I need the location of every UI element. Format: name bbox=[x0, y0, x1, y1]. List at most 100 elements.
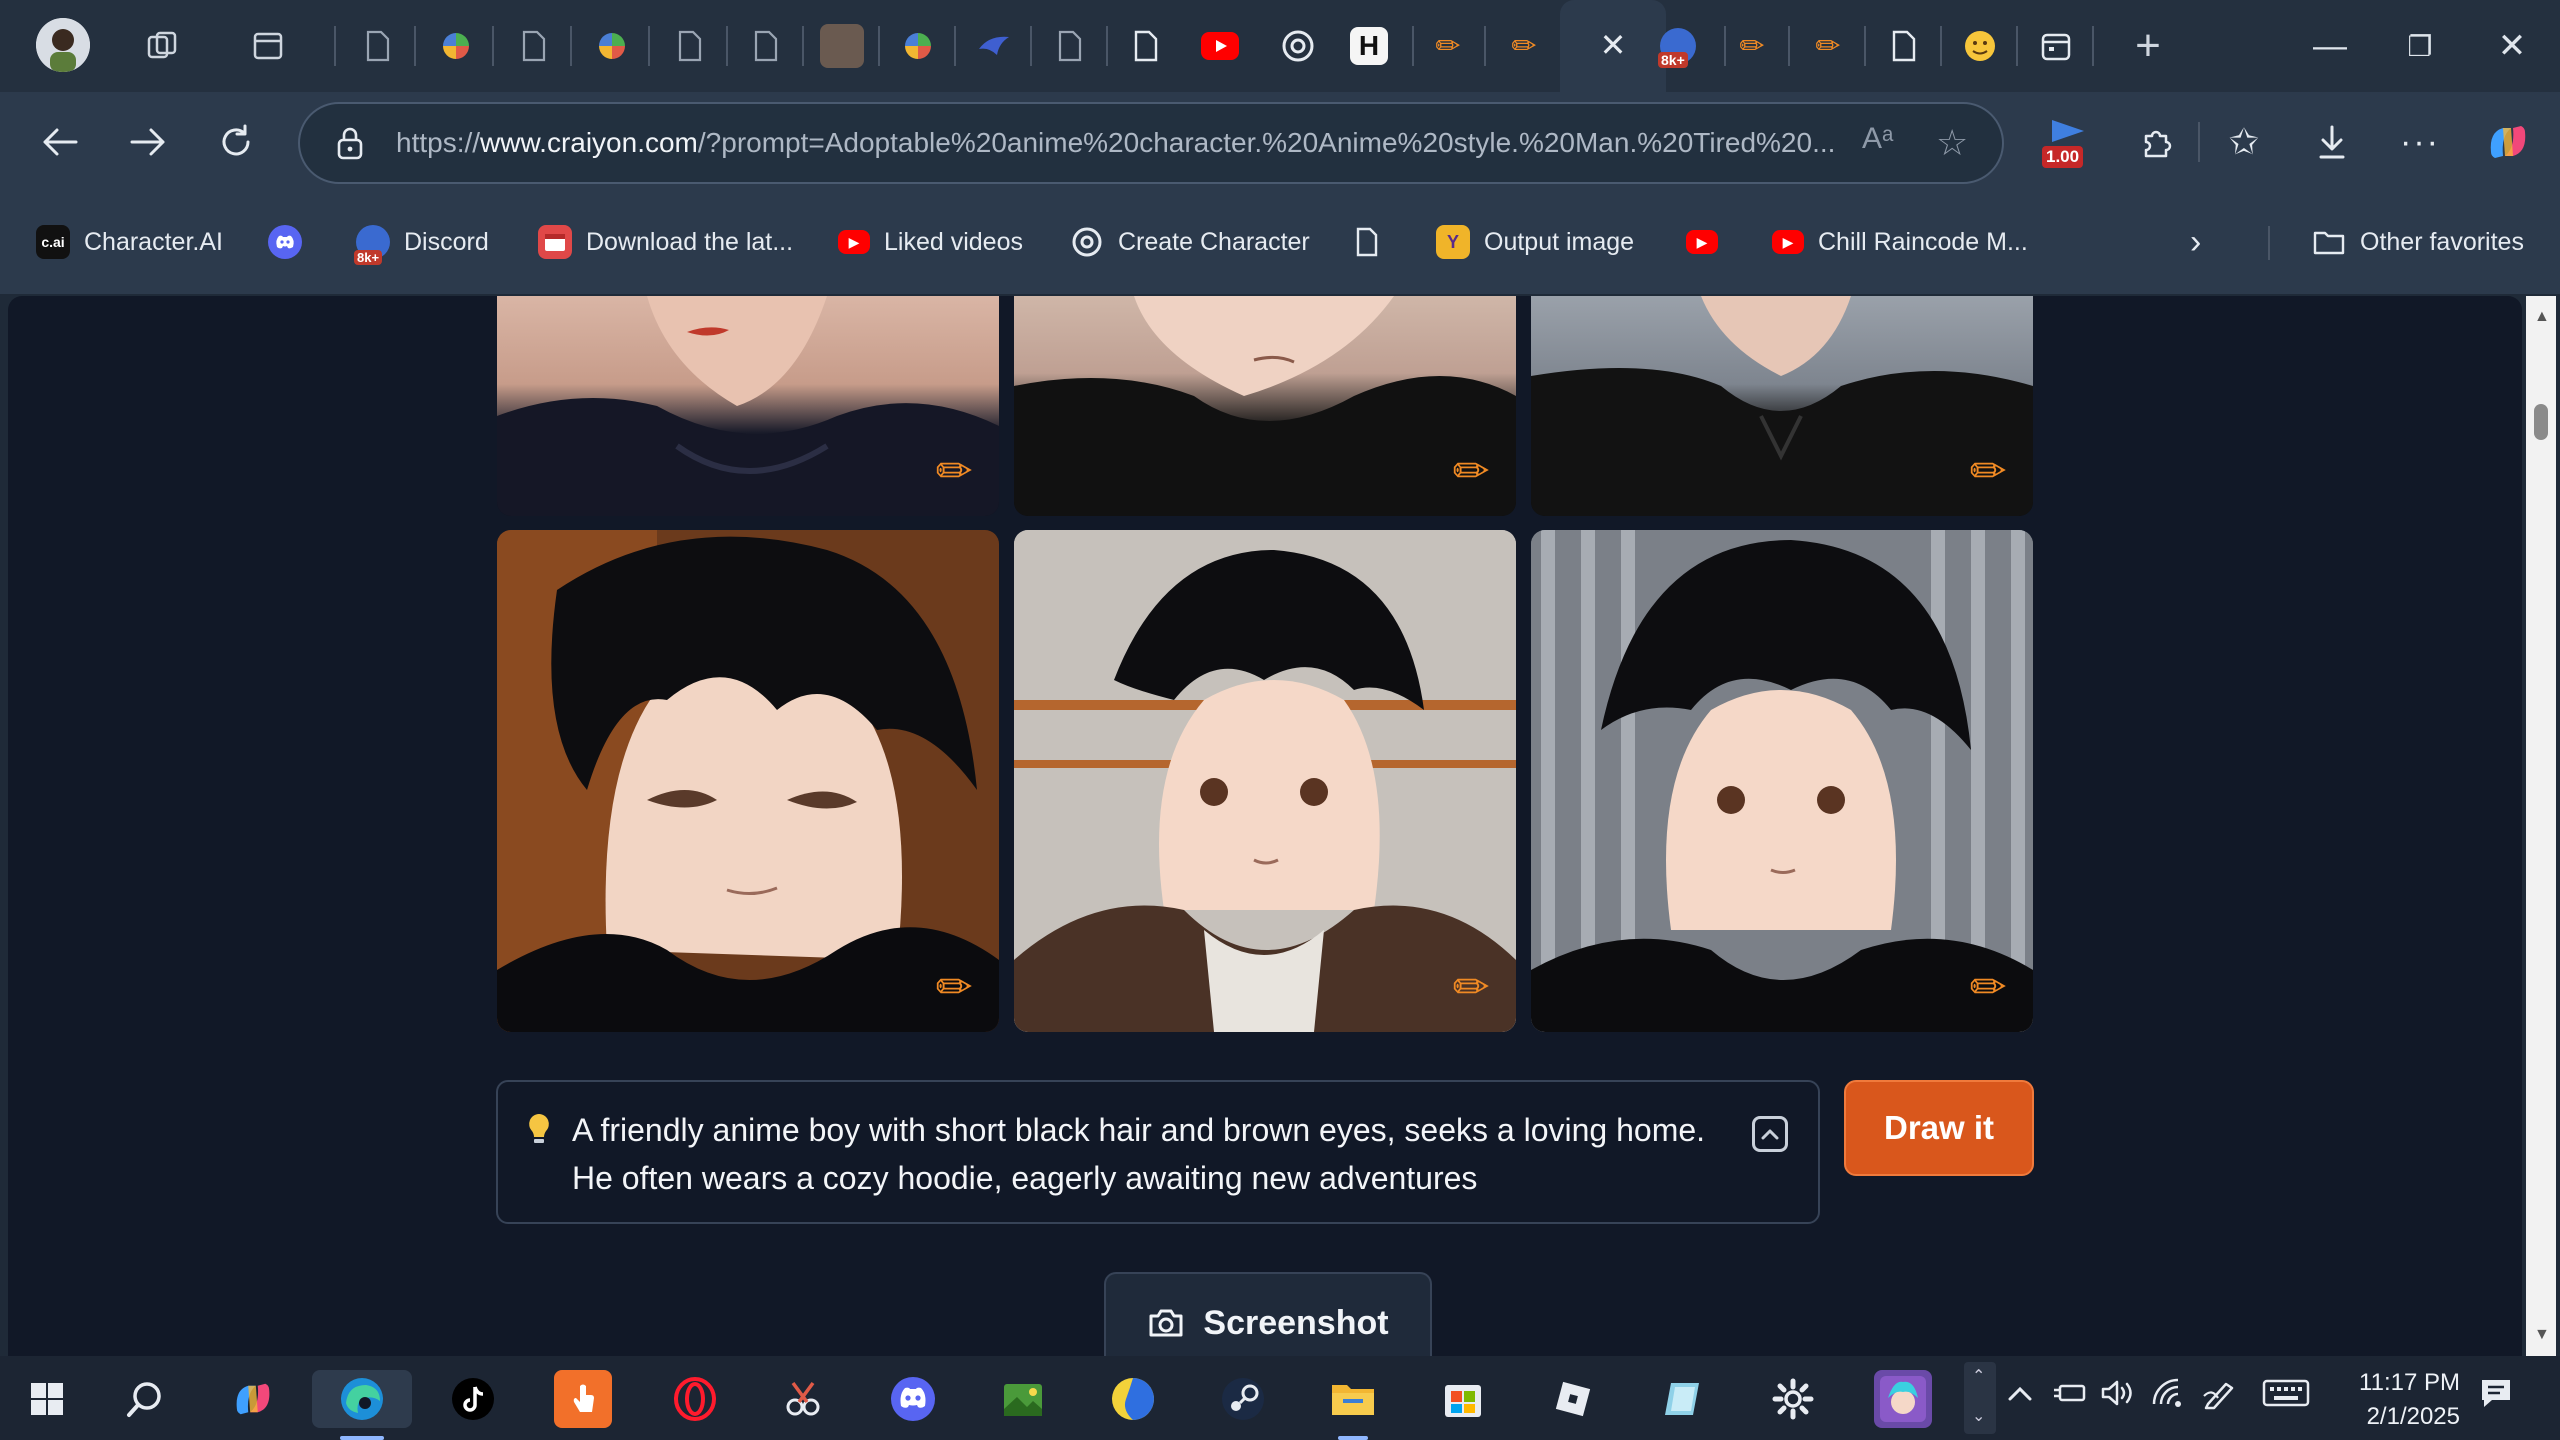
page-icon[interactable] bbox=[356, 24, 400, 68]
scroll-down-icon[interactable]: ▼ bbox=[2534, 1326, 2550, 1344]
opera-icon[interactable] bbox=[666, 1370, 724, 1428]
notifications-icon[interactable] bbox=[2478, 1376, 2514, 1417]
close-window-button[interactable]: ✕ bbox=[2482, 20, 2542, 72]
image-thumb-icon[interactable] bbox=[820, 24, 864, 68]
scroll-up-icon[interactable]: ▲ bbox=[2534, 308, 2550, 326]
favorite-youtube[interactable]: ▶ bbox=[1686, 220, 1718, 264]
minimize-button[interactable]: — bbox=[2300, 20, 2360, 72]
microsoft-store-icon[interactable] bbox=[1434, 1370, 1492, 1428]
page-scrollbar[interactable]: ▲ ▼ bbox=[2526, 296, 2556, 1356]
screenshot-button[interactable]: Screenshot bbox=[1104, 1272, 1432, 1356]
new-tab-button[interactable]: + bbox=[2126, 21, 2170, 70]
page-icon[interactable] bbox=[668, 24, 712, 68]
battery-plug-icon[interactable] bbox=[2052, 1378, 2088, 1415]
pencil-icon[interactable]: ✏ bbox=[1730, 24, 1774, 68]
pencil-icon[interactable]: ✏ bbox=[1806, 24, 1850, 68]
favorite-download[interactable]: Download the lat... bbox=[538, 220, 793, 264]
read-aloud-icon[interactable]: Aᵃ bbox=[1862, 122, 1893, 156]
favorite-discord-icon-only[interactable] bbox=[268, 220, 302, 264]
forward-button[interactable] bbox=[120, 114, 176, 170]
page-icon[interactable] bbox=[512, 24, 556, 68]
refresh-button[interactable] bbox=[208, 114, 264, 170]
back-button[interactable] bbox=[32, 114, 88, 170]
page-icon[interactable] bbox=[1124, 24, 1168, 68]
profile-avatar-icon[interactable] bbox=[36, 18, 90, 72]
page-icon[interactable] bbox=[1048, 24, 1092, 68]
edit-pencil-icon[interactable]: ✏ bbox=[927, 444, 981, 498]
pinwheel-icon[interactable] bbox=[896, 24, 940, 68]
generated-image[interactable]: ✏ bbox=[1014, 296, 1516, 516]
openai-icon[interactable] bbox=[1276, 24, 1320, 68]
anime-app-icon[interactable] bbox=[1874, 1370, 1932, 1428]
active-tab[interactable]: ✕ bbox=[1560, 0, 1666, 92]
discord-icon[interactable] bbox=[884, 1370, 942, 1428]
generated-image[interactable]: ✏ bbox=[1014, 530, 1516, 1032]
scroll-down-icon[interactable]: ⌄ bbox=[1972, 1406, 1985, 1426]
h-logo-icon[interactable]: H bbox=[1350, 27, 1388, 65]
search-icon[interactable] bbox=[116, 1370, 174, 1428]
favorites-overflow-chevron-icon[interactable]: › bbox=[2190, 220, 2201, 264]
favorite-liked-videos[interactable]: ▶ Liked videos bbox=[838, 220, 1023, 264]
favorite-chill-raincode[interactable]: ▶ Chill Raincode M... bbox=[1772, 220, 2028, 264]
photo-editor-icon[interactable] bbox=[994, 1370, 1052, 1428]
roblox-icon[interactable] bbox=[1544, 1370, 1602, 1428]
edit-pencil-icon[interactable]: ✏ bbox=[1961, 960, 2015, 1014]
collapse-chevron-icon[interactable] bbox=[1752, 1116, 1788, 1152]
paper-app-icon[interactable] bbox=[1654, 1370, 1712, 1428]
globe-app-icon[interactable] bbox=[1104, 1370, 1162, 1428]
downloads-icon[interactable] bbox=[2304, 114, 2360, 170]
edit-pencil-icon[interactable]: ✏ bbox=[1961, 444, 2015, 498]
wifi-icon[interactable] bbox=[2152, 1378, 2186, 1415]
page-icon[interactable] bbox=[1882, 24, 1926, 68]
favorite-page[interactable] bbox=[1350, 220, 1384, 264]
pencil-icon[interactable]: ✏ bbox=[1502, 24, 1546, 68]
settings-gear-icon[interactable] bbox=[1764, 1370, 1822, 1428]
favorite-create-character[interactable]: Create Character bbox=[1070, 220, 1310, 264]
pen-icon[interactable] bbox=[2202, 1378, 2238, 1417]
url-text[interactable]: https://www.craiyon.com/?prompt=Adoptabl… bbox=[396, 104, 1846, 182]
pinwheel-icon[interactable] bbox=[590, 24, 634, 68]
tab-close-icon[interactable]: ✕ bbox=[1590, 22, 1636, 68]
favorite-other-favorites[interactable]: Other favorites bbox=[2312, 220, 2524, 264]
favorite-output-image[interactable]: Y Output image bbox=[1436, 220, 1634, 264]
page-icon[interactable] bbox=[744, 24, 788, 68]
tab-actions-icon[interactable] bbox=[246, 24, 290, 68]
snipping-tool-icon[interactable] bbox=[774, 1370, 832, 1428]
generated-image[interactable]: ✏ bbox=[1531, 530, 2033, 1032]
steam-icon[interactable] bbox=[1214, 1370, 1272, 1428]
prompt-text[interactable]: A friendly anime boy with short black ha… bbox=[572, 1106, 1732, 1202]
tray-overflow-scroll[interactable]: ⌃ ⌄ bbox=[1964, 1362, 1996, 1434]
extension-badge-icon[interactable]: 1.00 bbox=[2040, 116, 2094, 172]
file-explorer-icon[interactable] bbox=[1324, 1370, 1382, 1428]
volume-icon[interactable] bbox=[2100, 1378, 2136, 1415]
lock-icon[interactable] bbox=[336, 126, 364, 165]
bird-icon[interactable] bbox=[972, 24, 1016, 68]
copilot-icon[interactable] bbox=[224, 1370, 282, 1428]
edge-browser-icon[interactable] bbox=[312, 1370, 412, 1428]
favorite-discord[interactable]: 8k+ Discord bbox=[354, 220, 489, 265]
favorite-star-icon[interactable]: ☆ bbox=[1936, 122, 1968, 164]
edit-pencil-icon[interactable]: ✏ bbox=[1444, 960, 1498, 1014]
favorites-icon[interactable]: ✩ bbox=[2216, 114, 2272, 170]
keyboard-icon[interactable] bbox=[2262, 1378, 2310, 1415]
edit-pencil-icon[interactable]: ✏ bbox=[1444, 444, 1498, 498]
generated-image[interactable]: ✏ bbox=[497, 530, 999, 1032]
workspaces-icon[interactable] bbox=[140, 24, 184, 68]
pencil-icon[interactable]: ✏ bbox=[1426, 24, 1470, 68]
show-hidden-icons-chevron-icon[interactable] bbox=[2006, 1378, 2034, 1410]
tiktok-icon[interactable] bbox=[444, 1370, 502, 1428]
youtube-icon[interactable] bbox=[1198, 24, 1242, 68]
favorite-character-ai[interactable]: c.ai Character.AI bbox=[36, 220, 223, 264]
restore-button[interactable]: ❐ bbox=[2390, 20, 2450, 72]
calendar-icon[interactable] bbox=[2034, 24, 2078, 68]
prompt-input[interactable]: A friendly anime boy with short black ha… bbox=[496, 1080, 1820, 1224]
extensions-icon[interactable] bbox=[2128, 114, 2184, 170]
more-menu-icon[interactable]: ··· bbox=[2392, 114, 2448, 170]
start-windows-icon[interactable] bbox=[18, 1370, 76, 1428]
emoji-icon[interactable] bbox=[1958, 24, 2002, 68]
generated-image[interactable]: ✏ bbox=[497, 296, 999, 516]
discord-8k-icon[interactable]: 8k+ bbox=[1656, 24, 1700, 68]
scrollbar-thumb[interactable] bbox=[2534, 404, 2548, 440]
system-clock[interactable]: 11:17 PM 2/1/2025 bbox=[2320, 1366, 2460, 1434]
copilot-icon[interactable] bbox=[2480, 114, 2536, 170]
